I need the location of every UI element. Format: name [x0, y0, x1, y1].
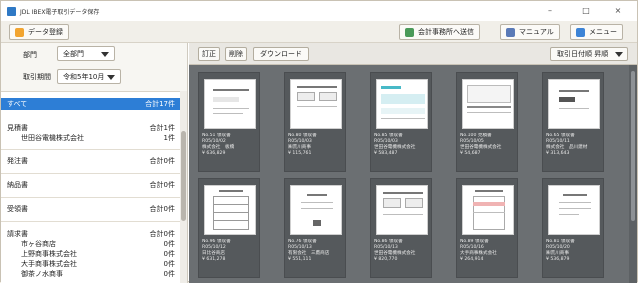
document-thumbnail — [376, 185, 428, 235]
list-item-label: すべて — [7, 100, 28, 108]
list-item-all[interactable]: すべて 合計17件 — [1, 98, 181, 110]
list-item-delivery[interactable]: 納品書 合計0件 — [1, 179, 181, 191]
document-caption: No.81 領収書 R05/10/20 ㈱荒川商事 ¥ 536,879 — [546, 239, 575, 262]
menu-icon — [576, 27, 585, 37]
document-thumbnail — [462, 79, 514, 129]
dept-label: 部門 — [23, 51, 37, 59]
period-value: 令和5年10月 — [63, 72, 105, 81]
list-item-count: 0件 — [163, 270, 175, 278]
send-label: 会計事務所へ送信 — [418, 28, 474, 36]
list-item-receipt-ack[interactable]: 受領書 合計0件 — [1, 203, 181, 215]
chevron-down-icon — [107, 75, 115, 80]
list-item-count: 合計17件 — [145, 100, 175, 108]
document-card[interactable]: No.85 領収書 R05/10/03 世田谷電機株式会社 ¥ 583,487 — [370, 72, 432, 172]
period-label: 取引期間 — [23, 73, 51, 81]
main-toolbar: データ登録 会計事務所へ送信 マニュアル メニュー — [1, 21, 637, 43]
register-icon — [15, 27, 24, 37]
list-scrollbar[interactable] — [180, 91, 187, 283]
list-item-label: 発注書 — [7, 157, 28, 165]
data-register-label: データ登録 — [28, 28, 63, 36]
list-item-label: 世田谷電機株式会社 — [21, 134, 84, 142]
document-toolbar: 訂正 削除 ダウンロード 取引日付順 昇順 — [189, 43, 637, 65]
data-register-button[interactable]: データ登録 — [9, 24, 69, 40]
document-caption: No.51 領収書 R05/10/02 株式会社 板橋 ¥ 636,829 — [202, 133, 235, 156]
list-item-ochanomizu[interactable]: 御茶ノ水商事 0件 — [1, 268, 181, 280]
menu-label: メニュー — [589, 28, 617, 36]
send-icon — [405, 27, 414, 37]
app-window: JDL IBEX電子取引データ保存 – □ × データ登録 会計事務所へ送信 マ… — [0, 0, 638, 283]
delete-button[interactable]: 削除 — [225, 47, 247, 61]
send-to-accountant-button[interactable]: 会計事務所へ送信 — [399, 24, 480, 40]
document-card[interactable]: No.80 領収書 R05/10/03 ㈱荒川商事 ¥ 115,761 — [284, 72, 346, 172]
title-bar: JDL IBEX電子取引データ保存 – □ × — [1, 1, 637, 21]
dept-value: 全部門 — [63, 49, 84, 58]
document-caption: No.100 見積書 R05/10/05 世田谷電機株式会社 ¥ 54,687 — [460, 133, 502, 156]
divider — [1, 221, 181, 222]
list-item-label: 受領書 — [7, 205, 28, 213]
divider — [1, 149, 181, 150]
document-thumbnail — [204, 79, 256, 129]
grid-scrollbar[interactable] — [629, 65, 637, 283]
document-card[interactable]: No.65 領収書 R05/10/11 株式会社 品川建材 ¥ 313,643 — [542, 72, 604, 172]
document-grid-area: 訂正 削除 ダウンロード 取引日付順 昇順 No.51 領収書 R05/10/02… — [189, 43, 637, 283]
document-caption: No.89 領収書 R05/10/16 大手商事株式会社 ¥ 264,914 — [460, 239, 497, 262]
app-icon — [7, 6, 16, 16]
document-thumbnail — [548, 79, 600, 129]
divider — [1, 197, 181, 198]
scrollbar-thumb[interactable] — [631, 71, 635, 221]
document-thumbnail — [290, 79, 342, 129]
document-thumbnail — [548, 185, 600, 235]
sort-select[interactable]: 取引日付順 昇順 — [550, 47, 628, 61]
category-list: すべて 合計17件 見積書 合計1件 世田谷電機株式会社 1件 発注書 合計0件… — [1, 91, 181, 283]
manual-icon — [506, 27, 515, 37]
document-thumbnail — [204, 185, 256, 235]
list-item-setagaya[interactable]: 世田谷電機株式会社 1件 — [1, 132, 181, 144]
document-card[interactable]: No.86 領収書 R05/10/13 世田谷電機株式会社 ¥ 820,770 — [370, 178, 432, 278]
document-caption: No.76 領収書 R05/10/13 有限会社 三鷹商店 ¥ 551,111 — [288, 239, 330, 262]
document-card[interactable]: No.96 領収書 R05/10/12 日比谷商店 ¥ 631,278 — [198, 178, 260, 278]
document-caption: No.96 領収書 R05/10/12 日比谷商店 ¥ 631,278 — [202, 239, 231, 262]
list-item-label: 納品書 — [7, 181, 28, 189]
document-thumbnail — [376, 79, 428, 129]
maximize-button[interactable]: □ — [577, 1, 595, 21]
chevron-down-icon — [615, 52, 623, 57]
document-caption: No.85 領収書 R05/10/03 世田谷電機株式会社 ¥ 583,487 — [374, 133, 416, 156]
window-title: JDL IBEX電子取引データ保存 — [20, 8, 100, 16]
filter-panel: 部門 全部門 取引期間 令和5年10月 すべて 合計17件 見積書 合計1件 世… — [1, 43, 188, 283]
correct-button[interactable]: 訂正 — [198, 47, 220, 61]
period-select[interactable]: 令和5年10月 — [57, 69, 121, 84]
list-item-label: 御茶ノ水商事 — [21, 270, 63, 278]
download-button[interactable]: ダウンロード — [253, 47, 309, 61]
list-item-count: 合計0件 — [149, 181, 175, 189]
divider — [1, 173, 181, 174]
document-caption: No.65 領収書 R05/10/11 株式会社 品川建材 ¥ 313,643 — [546, 133, 588, 156]
list-item-order[interactable]: 発注書 合計0件 — [1, 155, 181, 167]
document-caption: No.80 領収書 R05/10/03 ㈱荒川商事 ¥ 115,761 — [288, 133, 317, 156]
close-button[interactable]: × — [609, 1, 627, 21]
document-card[interactable]: No.89 領収書 R05/10/16 大手商事株式会社 ¥ 264,914 — [456, 178, 518, 278]
manual-button[interactable]: マニュアル — [500, 24, 560, 40]
manual-label: マニュアル — [519, 28, 554, 36]
menu-button[interactable]: メニュー — [570, 24, 623, 40]
document-card[interactable]: No.76 領収書 R05/10/13 有限会社 三鷹商店 ¥ 551,111 — [284, 178, 346, 278]
document-card[interactable]: No.81 領収書 R05/10/20 ㈱荒川商事 ¥ 536,879 — [542, 178, 604, 278]
document-card[interactable]: No.51 領収書 R05/10/02 株式会社 板橋 ¥ 636,829 — [198, 72, 260, 172]
list-item-count: 合計0件 — [149, 157, 175, 165]
chevron-down-icon — [101, 52, 109, 57]
dept-select[interactable]: 全部門 — [57, 46, 115, 61]
scrollbar-thumb[interactable] — [181, 131, 186, 221]
document-caption: No.86 領収書 R05/10/13 世田谷電機株式会社 ¥ 820,770 — [374, 239, 416, 262]
minimize-button[interactable]: – — [541, 1, 559, 21]
document-card[interactable]: No.100 見積書 R05/10/05 世田谷電機株式会社 ¥ 54,687 — [456, 72, 518, 172]
document-thumbnail — [462, 185, 514, 235]
document-thumbnail — [290, 185, 342, 235]
list-item-count: 1件 — [163, 134, 175, 142]
list-item-count: 合計0件 — [149, 205, 175, 213]
sort-value: 取引日付順 昇順 — [557, 50, 609, 58]
